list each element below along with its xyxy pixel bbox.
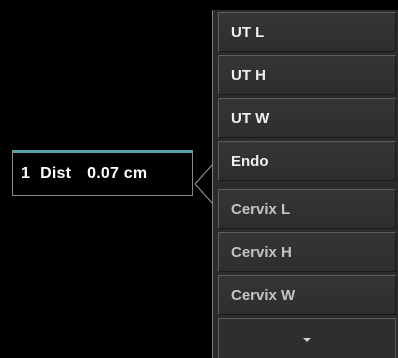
measurement-index: 1 — [21, 165, 31, 182]
menu-item-ut-l[interactable]: UT L — [218, 12, 396, 52]
measurement-readout: 1 Dist 0.07 cm — [12, 150, 193, 196]
menu-item-label: Cervix L — [231, 200, 291, 218]
menu-item-cervix-h[interactable]: Cervix H — [218, 232, 396, 272]
menu-item-label: Cervix W — [231, 286, 296, 304]
ultrasound-screen: 1 Dist 0.07 cm UT L UT H UT W Endo Cervi… — [0, 0, 398, 358]
menu-item-cervix-l[interactable]: Cervix L — [218, 189, 396, 229]
menu-item-cervix-w[interactable]: Cervix W — [218, 275, 396, 315]
menu-item-label: Cervix H — [231, 243, 292, 261]
menu-item-label: UT H — [231, 66, 266, 84]
measurement-menu: UT L UT H UT W Endo Cervix L Cervix H Ce… — [212, 10, 398, 358]
measurement-value: 0.07 cm — [87, 165, 148, 182]
measurement-label: Dist — [40, 165, 72, 182]
menu-item-ut-h[interactable]: UT H — [218, 55, 396, 95]
menu-item-endo[interactable]: Endo — [218, 141, 396, 181]
menu-item-label: UT W — [231, 109, 270, 127]
menu-item-label: Endo — [231, 152, 269, 170]
menu-item-ut-w[interactable]: UT W — [218, 98, 396, 138]
menu-scroll-down-button[interactable] — [218, 318, 396, 358]
chevron-down-icon — [303, 337, 311, 342]
menu-item-label: UT L — [231, 23, 265, 41]
menu-pointer-icon — [194, 163, 213, 205]
